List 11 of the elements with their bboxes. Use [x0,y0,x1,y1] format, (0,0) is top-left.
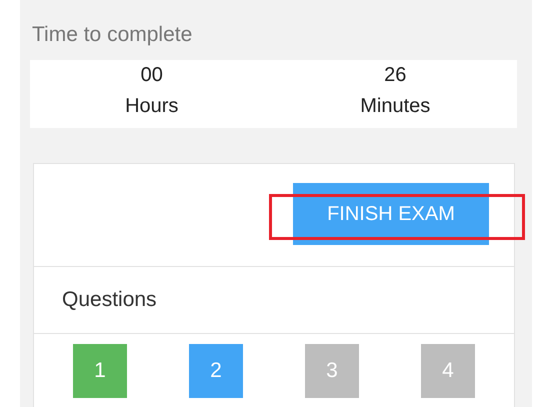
question-number[interactable]: 3 [305,344,359,398]
question-number[interactable]: 1 [73,344,127,398]
timer-title: Time to complete [32,22,192,48]
question-number[interactable]: 4 [421,344,475,398]
timer-unit: Minutes [360,95,430,118]
question-number[interactable]: 2 [189,344,243,398]
finish-exam-button[interactable]: FINISH EXAM [293,183,489,245]
questions-title: Questions [34,267,514,334]
timer-value: 26 [384,64,406,87]
timer-unit: Hours [125,95,178,118]
timer-value: 00 [140,64,163,87]
